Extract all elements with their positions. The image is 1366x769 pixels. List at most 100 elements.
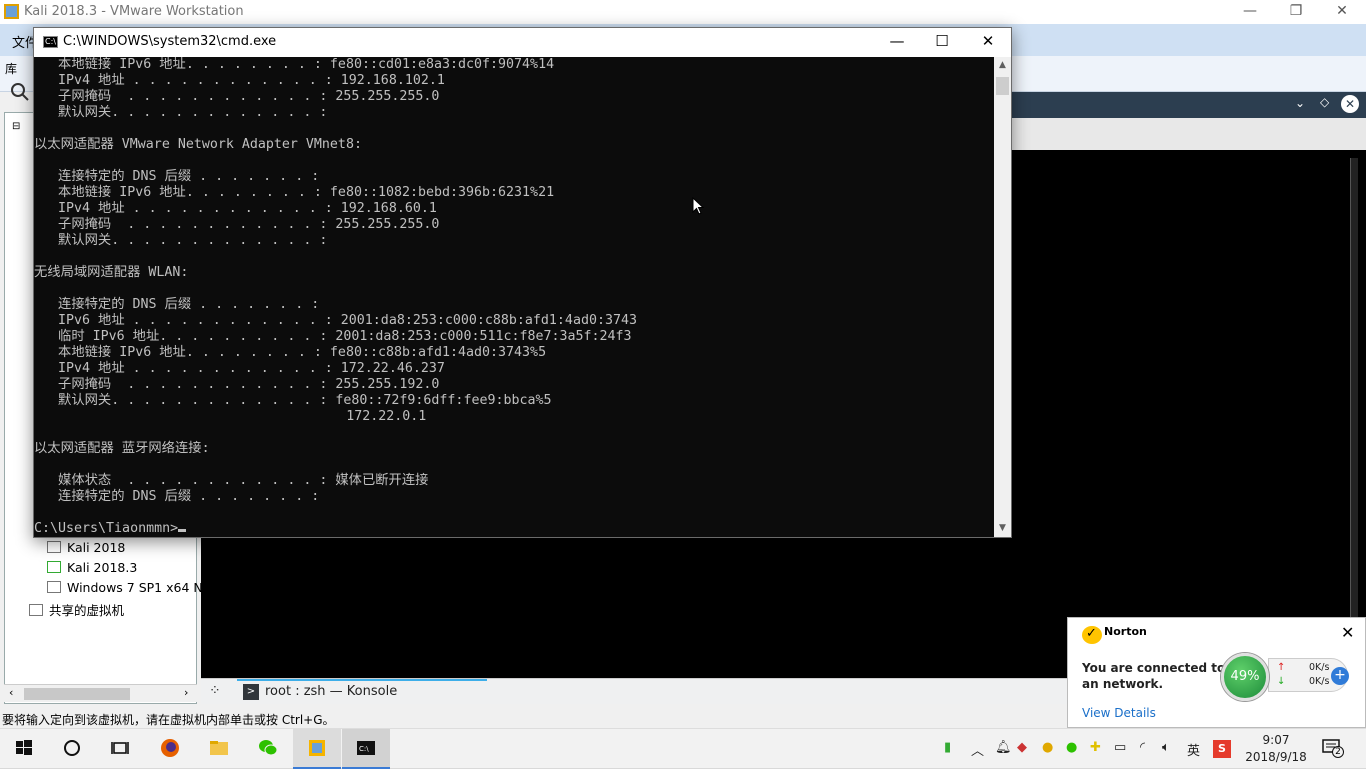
cmd-title-bar[interactable]: C:\ C:\WINDOWS\system32\cmd.exe — ☐ ✕	[34, 28, 1011, 57]
library-item-shared[interactable]: 共享的虚拟机	[29, 600, 124, 619]
cmd-vertical-scrollbar[interactable]: ▲ ▼	[994, 57, 1011, 537]
scroll-left-icon[interactable]: ‹	[9, 686, 13, 699]
cmd-line: 默认网关. . . . . . . . . . . . . :	[34, 105, 328, 120]
cmd-console-output[interactable]: 本地链接 IPv6 地址. . . . . . . . : fe80::cd01…	[34, 57, 994, 537]
cmd-window[interactable]: C:\ C:\WINDOWS\system32\cmd.exe — ☐ ✕ 本地…	[33, 27, 1012, 538]
library-item-vm[interactable]: Kali 2018	[47, 540, 125, 555]
wifi-icon[interactable]: ◜	[1140, 740, 1145, 755]
cmd-line	[34, 425, 994, 441]
kde-launcher-icon[interactable]: ⁘	[209, 683, 221, 699]
cmd-close-button[interactable]: ✕	[965, 28, 1011, 57]
plus-icon[interactable]: +	[1331, 667, 1349, 685]
plus-tray-icon[interactable]: ✚	[1090, 740, 1101, 755]
cmd-line: IPv4 地址 . . . . . . . . . . . . : 192.16…	[34, 73, 445, 88]
norton-notification: Norton ✕ You are connected to an network…	[1067, 617, 1366, 728]
vmware-restore-button[interactable]: ❐	[1273, 0, 1319, 24]
cmd-line: IPv4 地址 . . . . . . . . . . . . : 192.16…	[34, 201, 437, 216]
notification-count: 2	[1332, 746, 1344, 758]
upload-speed: 0K/s	[1309, 662, 1330, 673]
cmd-line	[34, 505, 994, 521]
vm-icon	[47, 541, 61, 553]
close-icon[interactable]: ✕	[1341, 623, 1354, 642]
device-tray-icon[interactable]: ▭	[1114, 740, 1126, 755]
cmd-line: 媒体状态 . . . . . . . . . . . . : 媒体已断开连接	[34, 473, 429, 488]
library-item-vm[interactable]: Kali 2018.3	[47, 560, 137, 575]
taskbar-file-explorer[interactable]	[195, 729, 243, 769]
cmd-minimize-button[interactable]: —	[874, 28, 920, 57]
clock-date: 2018/9/18	[1245, 750, 1307, 764]
cmd-line: 连接特定的 DNS 后缀 . . . . . . . :	[34, 297, 320, 312]
active-task-indicator	[237, 679, 487, 681]
view-details-link[interactable]: View Details	[1082, 706, 1156, 720]
mouse-pointer-icon	[692, 197, 704, 215]
cmd-line: 无线局域网适配器 WLAN:	[34, 265, 189, 280]
action-center-icon[interactable]: 2	[1322, 739, 1344, 758]
wechat-tray-icon[interactable]: ●	[1066, 740, 1077, 755]
sogou-ime-icon[interactable]: S	[1213, 740, 1231, 758]
vmware-close-button[interactable]: ✕	[1319, 0, 1365, 24]
close-tab-icon[interactable]: ✕	[1341, 95, 1359, 113]
taskbar-firefox[interactable]	[146, 729, 194, 769]
scroll-up-icon[interactable]: ▲	[994, 57, 1011, 74]
cmd-line: 临时 IPv6 地址. . . . . . . . . . : 2001:da8…	[34, 329, 632, 344]
vmware-minimize-button[interactable]: —	[1227, 0, 1273, 24]
vm-toolbar-strip	[1011, 118, 1366, 150]
start-button[interactable]	[0, 729, 48, 769]
ime-indicator[interactable]: 英	[1187, 740, 1200, 759]
taskbar-cmd[interactable]: C:\	[342, 729, 390, 769]
network-speeds: ↑ 0K/s ↓ 0K/s +	[1268, 658, 1349, 692]
cmd-line: 子网掩码 . . . . . . . . . . . . : 255.255.1…	[34, 377, 440, 392]
tree-collapse-icon[interactable]: ⊟	[12, 121, 20, 132]
search-circle-icon	[64, 740, 80, 756]
vm-vertical-scrollbar[interactable]	[1350, 158, 1358, 666]
cmd-line: 连接特定的 DNS 后缀 . . . . . . . :	[34, 489, 320, 504]
shared-vm-icon	[29, 604, 43, 616]
volume-muted-icon[interactable]: 🔈︎	[1162, 740, 1170, 755]
cmd-prompt: C:\Users\Tiaonmmn>	[34, 521, 994, 537]
cmd-line: 本地链接 IPv6 地址. . . . . . . . : fe80::c88b…	[34, 345, 547, 360]
usage-gauge: 49%	[1221, 653, 1269, 701]
vmware-icon	[309, 740, 325, 756]
clock-time: 9:07	[1262, 733, 1290, 747]
windows-taskbar: C:\ ▮ ︿ 🔔︎ ◆ ● ● ✚ ▭ ◜ 🔈︎ 英 S 9:07 2018/…	[0, 728, 1366, 769]
windows-logo-icon	[16, 740, 32, 755]
show-hidden-icons-icon[interactable]: ︿	[971, 740, 984, 759]
cmd-line: 连接特定的 DNS 后缀 . . . . . . . :	[34, 169, 320, 184]
cmd-line: 默认网关. . . . . . . . . . . . . :	[34, 233, 328, 248]
scroll-right-icon[interactable]: ›	[184, 686, 188, 699]
wechat-icon	[259, 740, 278, 756]
taskbar-wechat[interactable]	[244, 729, 292, 769]
battery-icon[interactable]: ▮	[944, 740, 951, 755]
svg-text:C:\: C:\	[359, 745, 369, 753]
app-tray-icon[interactable]: ◆	[1017, 740, 1027, 755]
cortana-button[interactable]	[48, 729, 96, 769]
cmd-line: 以太网适配器 蓝牙网络连接:	[34, 441, 210, 456]
download-speed: 0K/s	[1309, 676, 1330, 687]
task-view-icon	[111, 742, 129, 754]
scrollbar-thumb[interactable]	[996, 77, 1009, 95]
library-item-vm[interactable]: Windows 7 SP1 x64 N	[47, 580, 203, 595]
task-view-button[interactable]	[96, 729, 144, 769]
folder-icon	[210, 741, 228, 755]
notification-bell-icon[interactable]: 🔔︎	[995, 740, 1012, 755]
konsole-icon: >	[243, 684, 259, 700]
scrollbar-thumb[interactable]	[24, 688, 130, 700]
cmd-line: 172.22.0.1	[34, 409, 427, 424]
library-search-icon[interactable]	[8, 80, 32, 108]
cmd-title: C:\WINDOWS\system32\cmd.exe	[63, 34, 277, 49]
cmd-line	[34, 153, 994, 169]
taskbar-vmware[interactable]	[293, 729, 341, 769]
status-bar: 要将输入定向到该虚拟机，请在虚拟机内部单击或按 Ctrl+G。	[0, 708, 1070, 728]
norton-tray-icon[interactable]: ●	[1042, 740, 1053, 755]
scroll-down-icon[interactable]: ▼	[994, 520, 1011, 537]
cmd-line: IPv6 地址 . . . . . . . . . . . . : 2001:d…	[34, 313, 637, 328]
library-horizontal-scrollbar[interactable]: ‹ ›	[4, 684, 197, 702]
cmd-lines: 本地链接 IPv6 地址. . . . . . . . : fe80::cd01…	[34, 57, 994, 537]
pin-icon[interactable]: ◇	[1320, 95, 1329, 109]
vm-icon	[47, 581, 61, 593]
cmd-maximize-button[interactable]: ☐	[919, 28, 965, 57]
konsole-task-label[interactable]: root : zsh — Konsole	[265, 684, 397, 699]
norton-logo-icon	[1082, 626, 1102, 644]
chevron-down-icon[interactable]: ⌄	[1295, 96, 1305, 110]
taskbar-clock[interactable]: 9:07 2018/9/18	[1238, 732, 1314, 766]
